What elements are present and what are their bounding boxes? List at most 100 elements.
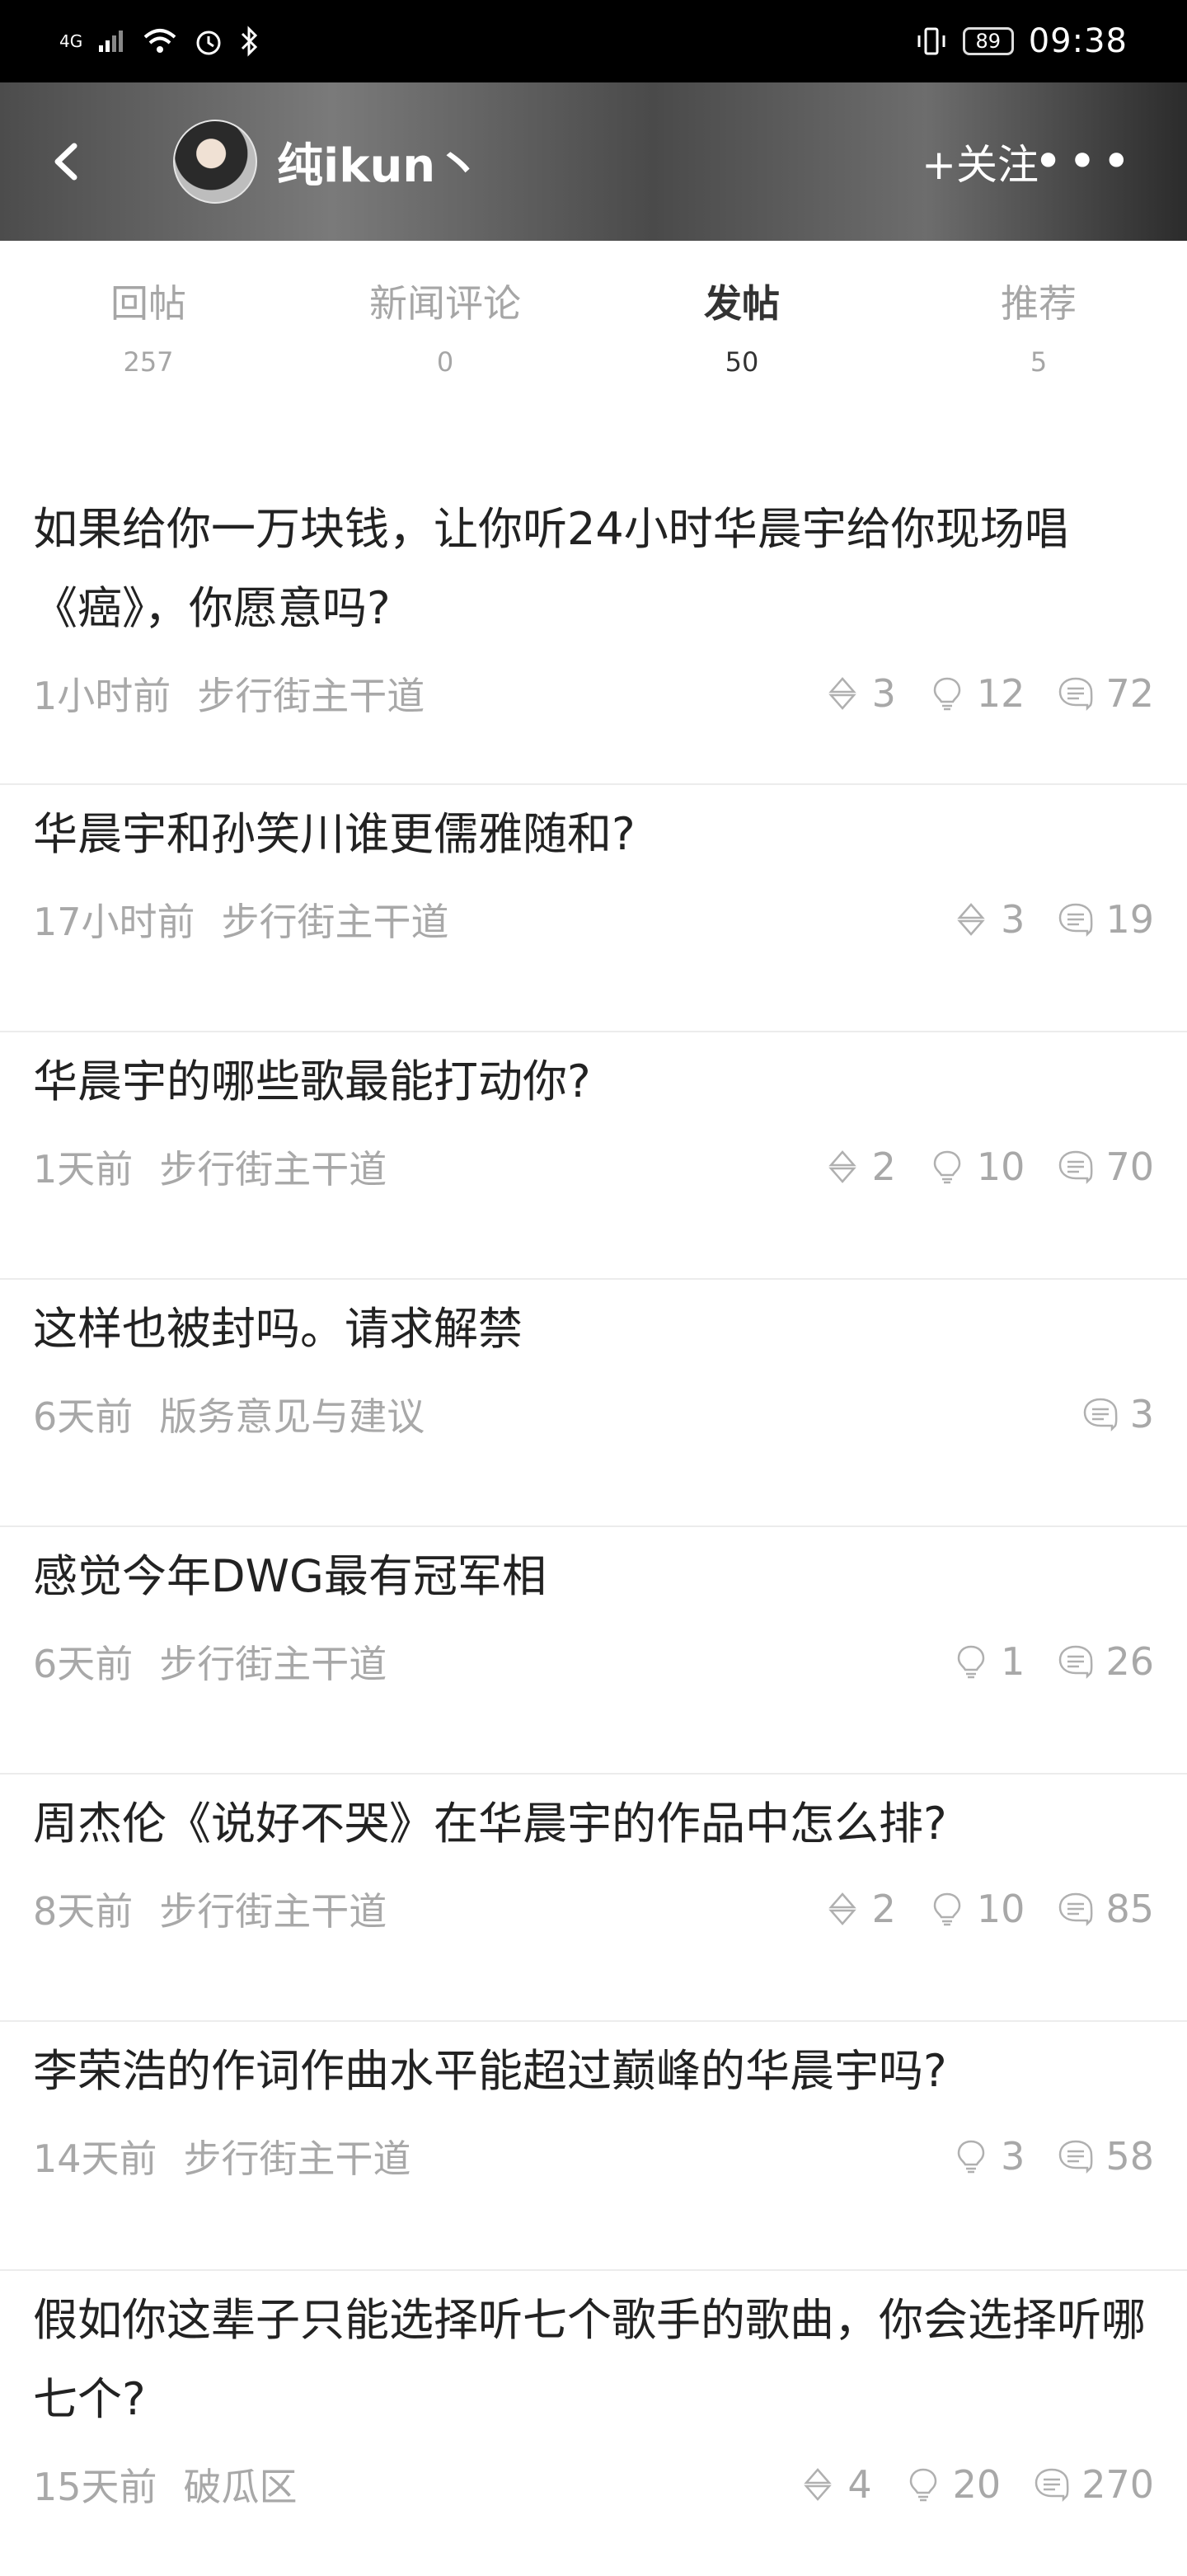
post-title[interactable]: 李荣浩的作词作曲水平能超过巅峰的华晨宇吗? (33, 2022, 1154, 2111)
tab-posts[interactable]: 发帖 50 (594, 241, 890, 480)
likes-count: 3 (1001, 897, 1025, 942)
meta-left: 6天前 步行街主干道 (33, 1634, 387, 1689)
tab-count: 0 (436, 346, 454, 378)
post-title[interactable]: 华晨宇和孙笑川谁更儒雅随和? (33, 785, 1154, 874)
lights-count: 3 (1001, 2134, 1025, 2179)
tab-news-comments[interactable]: 新闻评论 0 (297, 241, 594, 480)
chevron-left-icon (54, 143, 77, 181)
post-title[interactable]: 这样也被封吗。请求解禁 (33, 1280, 1154, 1369)
lights-stat[interactable]: 20 (905, 2462, 1002, 2507)
post-meta: 1天前 步行街主干道 2 10 70 (33, 1121, 1154, 1212)
battery-indicator: 89 (962, 27, 1014, 55)
replies-stat[interactable]: 70 (1058, 1145, 1154, 1189)
likes-stat[interactable]: 2 (824, 1887, 896, 1931)
lights-stat[interactable]: 10 (929, 1887, 1025, 1931)
status-right: 89 09:38 (915, 22, 1128, 60)
replies-stat[interactable]: 3 (1082, 1392, 1154, 1436)
post-stats: 4 20 270 (800, 2462, 1154, 2507)
avatar[interactable] (173, 120, 257, 204)
replies-count: 26 (1105, 1639, 1154, 1684)
replies-stat[interactable]: 72 (1058, 671, 1154, 716)
post-forum[interactable]: 破瓜区 (184, 2457, 298, 2512)
replies-count: 270 (1081, 2462, 1154, 2507)
lights-count: 1 (1001, 1639, 1025, 1684)
network-indicator: 4G (59, 31, 83, 51)
bulb-icon (909, 2468, 936, 2502)
post-title[interactable]: 华晨宇的哪些歌最能打动你? (33, 1032, 1154, 1121)
bulb-icon (933, 677, 961, 711)
post-forum[interactable]: 步行街主干道 (159, 1634, 387, 1689)
tab-label: 发帖 (704, 281, 780, 326)
list-item[interactable]: 感觉今年DWG最有冠军相 6天前 步行街主干道 1 26 (0, 1527, 1187, 1775)
list-item[interactable]: 这样也被封吗。请求解禁 6天前 版务意见与建议 3 (0, 1280, 1187, 1527)
vote-icon (828, 677, 856, 710)
post-meta: 14天前 步行街主干道 3 58 (33, 2111, 1154, 2202)
likes-count: 3 (871, 671, 896, 716)
lights-stat[interactable]: 1 (953, 1639, 1025, 1684)
more-options-button[interactable]: ••• (1034, 133, 1136, 190)
comment-icon (1059, 1892, 1093, 1927)
likes-count: 2 (871, 1887, 896, 1931)
profile-tabs: 回帖 257 新闻评论 0 发帖 50 推荐 5 (0, 241, 1187, 480)
list-item[interactable]: 假如你这辈子只能选择听七个歌手的歌曲，你会选择听哪七个? 15天前 破瓜区 4 … (0, 2271, 1187, 2576)
post-meta: 17小时前 步行街主干道 3 19 (33, 874, 1154, 965)
list-item[interactable]: 华晨宇的哪些歌最能打动你? 1天前 步行街主干道 2 10 70 (0, 1032, 1187, 1280)
lights-stat[interactable]: 10 (929, 1145, 1025, 1189)
profile-header: 纯ikun丶 +关注 ••• (0, 82, 1187, 241)
post-forum[interactable]: 步行街主干道 (159, 1140, 387, 1194)
replies-count: 58 (1105, 2134, 1154, 2179)
post-meta: 6天前 版务意见与建议 3 (33, 1369, 1154, 1460)
post-title[interactable]: 假如你这辈子只能选择听七个歌手的歌曲，你会选择听哪七个? (33, 2271, 1154, 2439)
tab-label: 推荐 (1001, 281, 1077, 326)
post-title[interactable]: 如果给你一万块钱，让你听24小时华晨宇给你现场唱《癌》，你愿意吗? (33, 480, 1154, 648)
lights-stat[interactable]: 12 (929, 671, 1025, 716)
likes-stat[interactable]: 3 (953, 897, 1025, 942)
replies-stat[interactable]: 19 (1058, 897, 1154, 942)
tab-replies[interactable]: 回帖 257 (0, 241, 297, 480)
follow-button[interactable]: +关注 (922, 132, 1039, 191)
post-title[interactable]: 周杰伦《说好不哭》在华晨宇的作品中怎么排? (33, 1775, 1154, 1864)
list-item[interactable]: 华晨宇和孙笑川谁更儒雅随和? 17小时前 步行街主干道 3 19 (0, 785, 1187, 1032)
post-meta: 6天前 步行街主干道 1 26 (33, 1616, 1154, 1707)
likes-stat[interactable]: 3 (824, 671, 896, 716)
post-forum[interactable]: 步行街主干道 (159, 1882, 387, 1936)
list-item[interactable]: 如果给你一万块钱，让你听24小时华晨宇给你现场唱《癌》，你愿意吗? 1小时前 步… (0, 480, 1187, 785)
replies-stat[interactable]: 58 (1058, 2134, 1154, 2179)
lights-count: 10 (976, 1145, 1025, 1189)
likes-stat[interactable]: 2 (824, 1145, 896, 1189)
post-stats: 3 19 (953, 897, 1154, 942)
comment-icon (1059, 677, 1093, 712)
meta-left: 1天前 步行街主干道 (33, 1140, 387, 1194)
meta-left: 1小时前 步行街主干道 (33, 666, 425, 721)
post-forum[interactable]: 步行街主干道 (197, 666, 425, 721)
post-forum[interactable]: 步行街主干道 (222, 892, 449, 947)
replies-stat[interactable]: 85 (1058, 1887, 1154, 1931)
post-forum[interactable]: 步行街主干道 (184, 2129, 411, 2183)
username: 纯ikun丶 (277, 139, 482, 193)
back-button[interactable] (33, 129, 99, 195)
tab-label: 回帖 (110, 281, 186, 326)
lights-count: 20 (952, 2462, 1002, 2507)
post-time: 15天前 (33, 2465, 157, 2509)
comment-icon (1059, 903, 1093, 938)
list-item[interactable]: 周杰伦《说好不哭》在华晨宇的作品中怎么排? 8天前 步行街主干道 2 10 85 (0, 1775, 1187, 2022)
list-item[interactable]: 李荣浩的作词作曲水平能超过巅峰的华晨宇吗? 14天前 步行街主干道 3 58 (0, 2022, 1187, 2271)
post-time: 6天前 (33, 1642, 134, 1686)
post-stats: 3 (1082, 1392, 1154, 1436)
replies-count: 19 (1105, 897, 1154, 942)
meta-left: 8天前 步行街主干道 (33, 1882, 387, 1936)
post-forum[interactable]: 版务意见与建议 (159, 1387, 425, 1441)
lights-stat[interactable]: 3 (953, 2134, 1025, 2179)
replies-stat[interactable]: 270 (1034, 2462, 1154, 2507)
vote-icon (828, 1150, 856, 1183)
tab-count: 257 (123, 346, 174, 378)
replies-count: 72 (1105, 671, 1154, 716)
post-meta: 1小时前 步行街主干道 3 12 72 (33, 648, 1154, 739)
status-bar: 4G 89 09:38 (0, 0, 1187, 82)
tab-recommended[interactable]: 推荐 5 (890, 241, 1187, 480)
post-meta: 15天前 破瓜区 4 20 270 (33, 2439, 1154, 2530)
post-title[interactable]: 感觉今年DWG最有冠军相 (33, 1527, 1154, 1616)
post-stats: 2 10 70 (824, 1145, 1154, 1189)
replies-stat[interactable]: 26 (1058, 1639, 1154, 1684)
likes-stat[interactable]: 4 (800, 2462, 872, 2507)
